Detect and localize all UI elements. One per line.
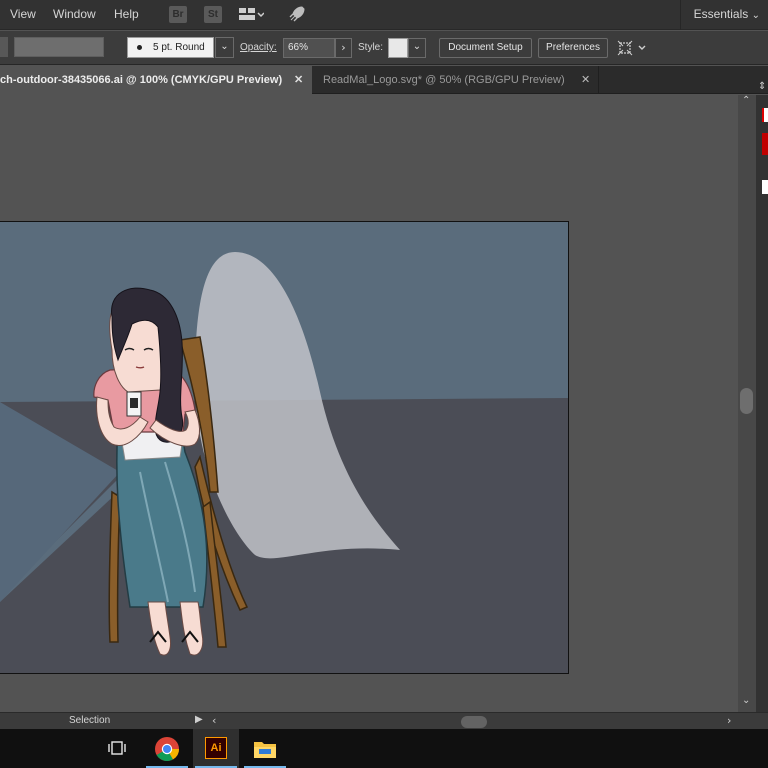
status-bar: Selection ▶ ‹ › [0, 712, 768, 729]
menu-bar: View Window Help Br St Essentials ⌄ [0, 0, 768, 30]
stroke-swatch-icon[interactable] [762, 133, 768, 155]
rocket-icon[interactable] [288, 5, 306, 23]
current-tool-label: Selection [69, 715, 111, 726]
vertical-scroll-thumb[interactable] [740, 388, 753, 414]
transform-icon[interactable] [617, 39, 647, 57]
tab-readmal-logo[interactable]: ReadMal_Logo.svg* @ 50% (RGB/GPU Preview… [313, 66, 599, 94]
tab-label: ch-outdoor-38435066.ai @ 100% (CMYK/GPU … [0, 74, 283, 86]
preferences-button[interactable]: Preferences [538, 38, 608, 58]
brush-dropdown-arrow[interactable]: ⌄ [215, 37, 234, 58]
canvas-area[interactable] [0, 95, 738, 712]
fill-swatch-icon[interactable] [762, 108, 768, 122]
workspace-switcher[interactable]: Essentials ⌄ [694, 7, 760, 21]
graphic-style-swatch[interactable] [388, 38, 408, 58]
tab-active-document[interactable]: ch-outdoor-38435066.ai @ 100% (CMYK/GPU … [0, 66, 312, 94]
menu-view[interactable]: View [10, 7, 36, 21]
horizontal-scroll-thumb[interactable] [461, 716, 487, 728]
control-bar: 5 pt. Round ⌄ Opacity: 66% › Style: ⌄ Do… [0, 31, 768, 65]
windows-taskbar: Ai [0, 729, 768, 768]
style-dropdown-arrow[interactable]: ⌄ [408, 38, 426, 58]
opacity-label[interactable]: Opacity: [240, 42, 277, 53]
brush-definition-value: 5 pt. Round [153, 42, 205, 53]
vertical-scrollbar[interactable]: ⌃ ⌄ [738, 95, 756, 712]
folder-icon [253, 739, 277, 759]
opacity-slider-button[interactable]: › [335, 38, 352, 58]
brush-dot-icon [137, 45, 142, 50]
close-icon[interactable]: ✕ [294, 66, 303, 94]
opacity-input[interactable]: 66% [283, 38, 335, 58]
illustrator-icon: Ai [205, 737, 227, 759]
document-setup-button[interactable]: Document Setup [439, 38, 532, 58]
panel-swatch-icon[interactable] [762, 180, 768, 194]
file-explorer-taskbar-button[interactable] [242, 729, 288, 768]
brush-definition-dropdown[interactable]: 5 pt. Round [127, 37, 214, 58]
chrome-taskbar-button[interactable] [144, 729, 190, 768]
opacity-value: 66% [288, 42, 309, 53]
stock-icon[interactable]: St [204, 6, 222, 23]
variable-width-profile[interactable] [14, 37, 104, 57]
scroll-up-icon[interactable]: ⌃ [742, 95, 750, 106]
scroll-down-icon[interactable]: ⌄ [742, 695, 750, 706]
task-view-icon [108, 740, 126, 756]
chrome-icon [154, 736, 180, 762]
workspace-label: Essentials [693, 7, 749, 21]
task-view-button[interactable] [94, 729, 140, 768]
illustrator-taskbar-button[interactable]: Ai [193, 729, 239, 768]
illustrator-window: View Window Help Br St Essentials ⌄ 5 pt… [0, 0, 768, 768]
scroll-left-icon[interactable]: ‹ [212, 714, 216, 727]
collapse-panel-icon[interactable]: ⇕ [758, 81, 766, 92]
close-icon[interactable]: ✕ [581, 66, 590, 94]
illustration [0, 222, 568, 673]
stroke-weight-swatch[interactable] [0, 37, 8, 57]
chevron-down-icon: ⌄ [751, 10, 760, 21]
status-menu-arrow-icon[interactable]: ▶ [195, 714, 203, 725]
document-tab-bar: ch-outdoor-38435066.ai @ 100% (CMYK/GPU … [0, 66, 768, 94]
menu-help[interactable]: Help [114, 7, 139, 21]
arrange-documents-icon[interactable] [238, 7, 265, 23]
properties-panel-edge: ⇕ [756, 81, 768, 712]
style-label: Style: [358, 42, 384, 53]
tab-label: ReadMal_Logo.svg* @ 50% (RGB/GPU Preview… [323, 74, 565, 86]
menu-divider [680, 0, 681, 30]
artboard[interactable] [0, 221, 569, 674]
scroll-right-icon[interactable]: › [727, 714, 731, 727]
menu-window[interactable]: Window [53, 7, 96, 21]
bridge-icon[interactable]: Br [169, 6, 187, 23]
